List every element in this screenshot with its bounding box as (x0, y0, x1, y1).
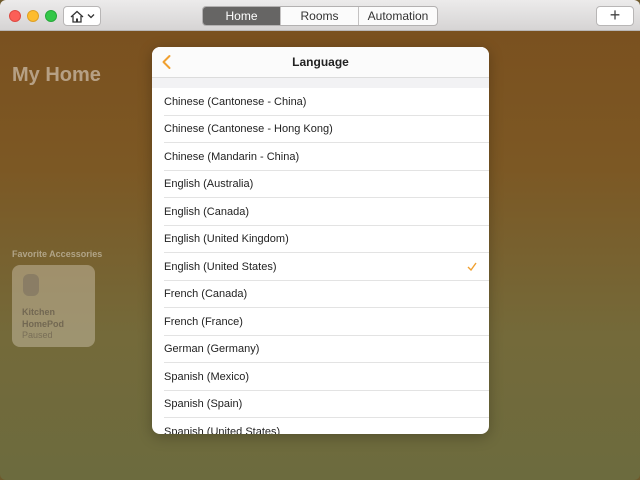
language-row[interactable]: Chinese (Cantonese - Hong Kong) (152, 116, 489, 144)
language-row[interactable]: English (Canada) (152, 198, 489, 226)
language-label: English (Australia) (164, 178, 254, 191)
tile-name-line1: Kitchen (22, 307, 56, 317)
favorites-section-label: Favorite Accessories (12, 249, 103, 259)
language-label: English (United States) (164, 260, 277, 273)
language-label: Chinese (Cantonese - Hong Kong) (164, 123, 333, 136)
language-sheet: Language Chinese (Cantonese - China) Chin… (152, 47, 489, 434)
tile-name: Kitchen HomePod (22, 306, 92, 330)
language-label: Spanish (Spain) (164, 398, 243, 411)
close-window-button[interactable] (9, 10, 21, 22)
language-row[interactable]: German (Germany) (152, 336, 489, 364)
language-row[interactable]: Spanish (Spain) (152, 391, 489, 419)
language-label: French (France) (164, 315, 243, 328)
minimize-window-button[interactable] (27, 10, 39, 22)
tile-status: Paused (22, 330, 53, 340)
chevron-down-icon (87, 14, 94, 19)
language-label: English (United Kingdom) (164, 233, 289, 246)
view-segmented-control: Home Rooms Automation (202, 6, 438, 26)
sheet-title: Language (292, 55, 349, 69)
language-label: Spanish (United States) (164, 425, 281, 434)
zoom-window-button[interactable] (45, 10, 57, 22)
accessory-tile-kitchen-homepod[interactable]: Kitchen HomePod Paused (12, 265, 95, 347)
language-label: English (Canada) (164, 205, 249, 218)
language-row[interactable]: Spanish (Mexico) (152, 363, 489, 391)
language-row[interactable]: Chinese (Mandarin - China) (152, 143, 489, 171)
house-icon (70, 10, 83, 23)
language-row[interactable]: Spanish (United States) (152, 418, 489, 434)
chevron-left-icon[interactable] (158, 53, 176, 71)
language-label: German (Germany) (164, 343, 260, 356)
language-label: French (Canada) (164, 288, 248, 301)
add-button[interactable]: + (596, 6, 634, 26)
checkmark-icon (467, 262, 477, 271)
tile-name-line2: HomePod (22, 319, 65, 329)
language-label: Chinese (Cantonese - China) (164, 95, 307, 108)
homepod-icon (23, 274, 39, 296)
tab-rooms[interactable]: Rooms (281, 7, 359, 25)
home-selector-button[interactable] (63, 6, 101, 26)
language-row[interactable]: English (United States) (152, 253, 489, 281)
language-row[interactable]: French (Canada) (152, 281, 489, 309)
language-row[interactable]: English (United Kingdom) (152, 226, 489, 254)
language-row[interactable]: English (Australia) (152, 171, 489, 199)
page-title: My Home (12, 64, 101, 86)
tab-automation[interactable]: Automation (359, 7, 437, 25)
sheet-header: Language (152, 47, 489, 78)
home-app-window: Home Rooms Automation + My Home Favorite… (0, 0, 640, 480)
language-row[interactable]: French (France) (152, 308, 489, 336)
title-bar: Home Rooms Automation + (0, 0, 640, 31)
language-list: Chinese (Cantonese - China) Chinese (Cant… (152, 88, 489, 434)
language-label: Spanish (Mexico) (164, 370, 249, 383)
section-gap (152, 78, 489, 88)
language-row[interactable]: Chinese (Cantonese - China) (152, 88, 489, 116)
tab-home[interactable]: Home (203, 7, 281, 25)
language-label: Chinese (Mandarin - China) (164, 150, 300, 163)
